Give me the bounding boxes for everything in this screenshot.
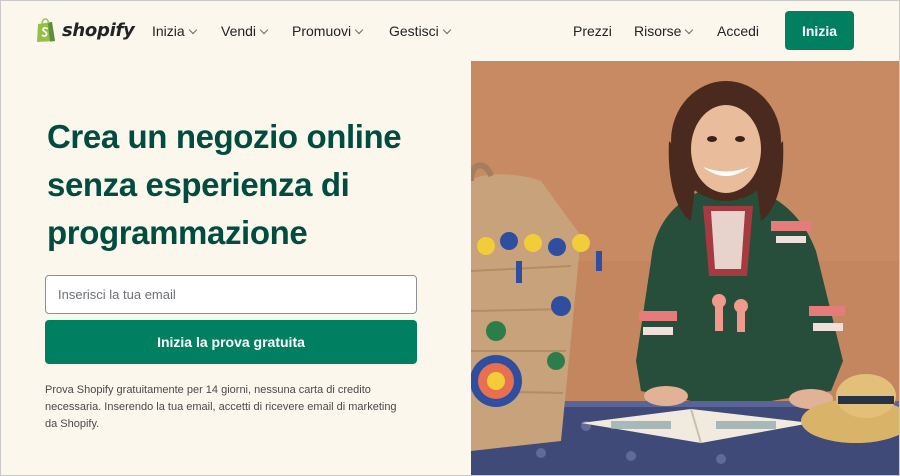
start-button-nav[interactable]: Inizia bbox=[785, 11, 854, 50]
nav-gestisci-label: Gestisci bbox=[389, 23, 439, 39]
chevron-down-icon bbox=[442, 25, 452, 34]
nav-gestisci[interactable]: Gestisci bbox=[389, 23, 452, 39]
hero-title-line-1: Crea un negozio online bbox=[47, 118, 402, 155]
chevron-down-icon bbox=[259, 25, 269, 34]
hero-title-line-2: senza esperienza di bbox=[47, 166, 350, 203]
nav-inizia[interactable]: Inizia bbox=[152, 23, 197, 39]
hero-photo bbox=[471, 61, 899, 475]
nav-prezzi[interactable]: Prezzi bbox=[573, 23, 612, 39]
nav-prezzi-label: Prezzi bbox=[573, 23, 612, 39]
nav-risorse-label: Risorse bbox=[634, 23, 682, 39]
hero-title: Crea un negozio online senza esperienza … bbox=[47, 113, 457, 257]
nav-inizia-label: Inizia bbox=[152, 23, 185, 39]
chevron-down-icon bbox=[188, 25, 197, 34]
nav-risorse[interactable]: Risorse bbox=[634, 23, 694, 39]
nav-vendi[interactable]: Vendi bbox=[221, 23, 269, 39]
nav-accedi[interactable]: Accedi bbox=[717, 23, 759, 39]
brand-name: shopify bbox=[62, 19, 135, 41]
top-nav: shopify Inizia Vendi Promuovi Gestisci P… bbox=[1, 1, 899, 61]
trial-disclaimer: Prova Shopify gratuitamente per 14 giorn… bbox=[45, 384, 397, 430]
hero-title-line-3: programmazione bbox=[47, 214, 308, 251]
chevron-down-icon bbox=[354, 25, 364, 34]
shopify-logo[interactable]: shopify bbox=[35, 17, 135, 43]
nav-promuovi-label: Promuovi bbox=[292, 23, 352, 39]
shopping-bag-icon bbox=[37, 18, 55, 42]
page-frame: shopify Inizia Vendi Promuovi Gestisci P… bbox=[0, 0, 900, 476]
nav-promuovi[interactable]: Promuovi bbox=[292, 23, 364, 39]
nav-vendi-label: Vendi bbox=[221, 23, 257, 39]
nav-accedi-label: Accedi bbox=[717, 23, 760, 39]
start-free-trial-button[interactable]: Inizia la prova gratuita bbox=[45, 320, 417, 364]
email-input[interactable] bbox=[45, 275, 417, 314]
chevron-down-icon bbox=[685, 25, 694, 34]
